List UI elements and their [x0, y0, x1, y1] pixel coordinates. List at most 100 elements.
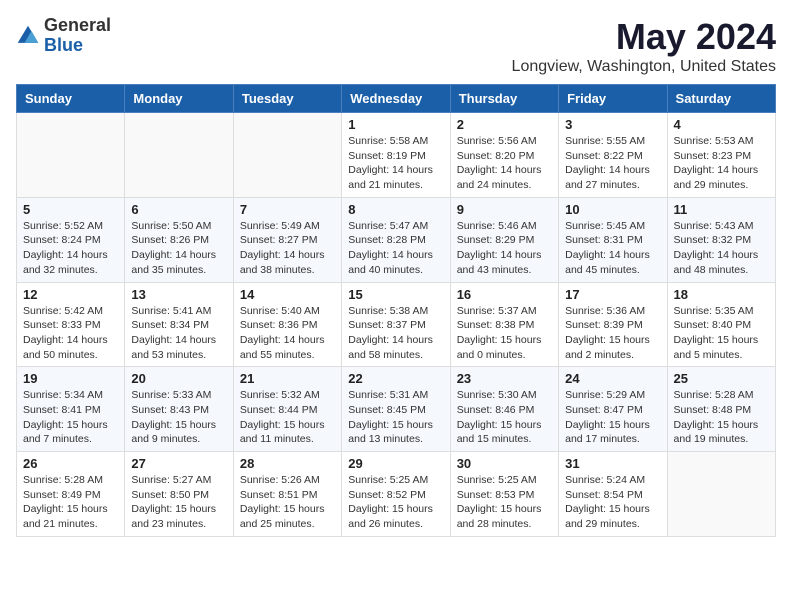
day-info: Sunrise: 5:47 AM Sunset: 8:28 PM Dayligh… [348, 219, 443, 278]
empty-cell [17, 113, 125, 198]
day-number: 10 [565, 202, 660, 217]
day-number: 5 [23, 202, 118, 217]
day-cell-27: 27 Sunrise: 5:27 AM Sunset: 8:50 PM Dayli… [125, 452, 233, 537]
day-number: 8 [348, 202, 443, 217]
day-number: 3 [565, 117, 660, 132]
day-cell-10: 10 Sunrise: 5:45 AM Sunset: 8:31 PM Dayli… [559, 197, 667, 282]
day-info: Sunrise: 5:34 AM Sunset: 8:41 PM Dayligh… [23, 388, 118, 447]
header-monday: Monday [125, 85, 233, 113]
calendar-table: SundayMondayTuesdayWednesdayThursdayFrid… [16, 84, 776, 537]
page-header: General Blue May 2024 Longview, Washingt… [16, 16, 776, 76]
day-number: 27 [131, 456, 226, 471]
day-cell-31: 31 Sunrise: 5:24 AM Sunset: 8:54 PM Dayli… [559, 452, 667, 537]
day-number: 31 [565, 456, 660, 471]
day-cell-22: 22 Sunrise: 5:31 AM Sunset: 8:45 PM Dayli… [342, 367, 450, 452]
day-cell-16: 16 Sunrise: 5:37 AM Sunset: 8:38 PM Dayli… [450, 282, 558, 367]
day-info: Sunrise: 5:32 AM Sunset: 8:44 PM Dayligh… [240, 388, 335, 447]
day-cell-20: 20 Sunrise: 5:33 AM Sunset: 8:43 PM Dayli… [125, 367, 233, 452]
day-number: 15 [348, 287, 443, 302]
day-number: 25 [674, 371, 769, 386]
day-cell-13: 13Sunrise: 5:41 AM Sunset: 8:34 PM Dayli… [125, 282, 233, 367]
day-cell-8: 8 Sunrise: 5:47 AM Sunset: 8:28 PM Daylig… [342, 197, 450, 282]
day-cell-30: 30Sunrise: 5:25 AM Sunset: 8:53 PM Dayli… [450, 452, 558, 537]
day-cell-5: 5 Sunrise: 5:52 AM Sunset: 8:24 PM Daylig… [17, 197, 125, 282]
day-info: Sunrise: 5:42 AM Sunset: 8:33 PM Dayligh… [23, 304, 118, 363]
day-number: 26 [23, 456, 118, 471]
day-cell-4: 4Sunrise: 5:53 AM Sunset: 8:23 PM Daylig… [667, 113, 775, 198]
header-sunday: Sunday [17, 85, 125, 113]
day-cell-7: 7Sunrise: 5:49 AM Sunset: 8:27 PM Daylig… [233, 197, 341, 282]
day-number: 17 [565, 287, 660, 302]
day-info: Sunrise: 5:43 AM Sunset: 8:32 PM Dayligh… [674, 219, 769, 278]
day-cell-15: 15 Sunrise: 5:38 AM Sunset: 8:37 PM Dayli… [342, 282, 450, 367]
day-info: Sunrise: 5:36 AM Sunset: 8:39 PM Dayligh… [565, 304, 660, 363]
day-info: Sunrise: 5:30 AM Sunset: 8:46 PM Dayligh… [457, 388, 552, 447]
day-number: 12 [23, 287, 118, 302]
day-info: Sunrise: 5:40 AM Sunset: 8:36 PM Dayligh… [240, 304, 335, 363]
day-info: Sunrise: 5:26 AM Sunset: 8:51 PM Dayligh… [240, 473, 335, 532]
week-row-2: 5 Sunrise: 5:52 AM Sunset: 8:24 PM Daylig… [17, 197, 776, 282]
day-number: 24 [565, 371, 660, 386]
day-number: 23 [457, 371, 552, 386]
logo: General Blue [16, 16, 111, 56]
day-number: 22 [348, 371, 443, 386]
logo-blue: Blue [44, 36, 111, 56]
day-number: 20 [131, 371, 226, 386]
day-cell-23: 23 Sunrise: 5:30 AM Sunset: 8:46 PM Dayli… [450, 367, 558, 452]
header-row: SundayMondayTuesdayWednesdayThursdayFrid… [17, 85, 776, 113]
day-number: 30 [457, 456, 552, 471]
day-cell-6: 6Sunrise: 5:50 AM Sunset: 8:26 PM Daylig… [125, 197, 233, 282]
day-info: Sunrise: 5:28 AM Sunset: 8:48 PM Dayligh… [674, 388, 769, 447]
day-cell-26: 26Sunrise: 5:28 AM Sunset: 8:49 PM Dayli… [17, 452, 125, 537]
day-info: Sunrise: 5:24 AM Sunset: 8:54 PM Dayligh… [565, 473, 660, 532]
week-row-1: 1Sunrise: 5:58 AM Sunset: 8:19 PM Daylig… [17, 113, 776, 198]
logo-general: General [44, 16, 111, 36]
header-tuesday: Tuesday [233, 85, 341, 113]
empty-cell [125, 113, 233, 198]
day-number: 28 [240, 456, 335, 471]
day-cell-3: 3 Sunrise: 5:55 AM Sunset: 8:22 PM Daylig… [559, 113, 667, 198]
day-cell-14: 14Sunrise: 5:40 AM Sunset: 8:36 PM Dayli… [233, 282, 341, 367]
day-cell-24: 24Sunrise: 5:29 AM Sunset: 8:47 PM Dayli… [559, 367, 667, 452]
day-number: 2 [457, 117, 552, 132]
day-info: Sunrise: 5:53 AM Sunset: 8:23 PM Dayligh… [674, 134, 769, 193]
day-cell-9: 9Sunrise: 5:46 AM Sunset: 8:29 PM Daylig… [450, 197, 558, 282]
day-info: Sunrise: 5:38 AM Sunset: 8:37 PM Dayligh… [348, 304, 443, 363]
week-row-5: 26Sunrise: 5:28 AM Sunset: 8:49 PM Dayli… [17, 452, 776, 537]
day-info: Sunrise: 5:45 AM Sunset: 8:31 PM Dayligh… [565, 219, 660, 278]
day-number: 9 [457, 202, 552, 217]
day-number: 16 [457, 287, 552, 302]
day-cell-29: 29Sunrise: 5:25 AM Sunset: 8:52 PM Dayli… [342, 452, 450, 537]
day-info: Sunrise: 5:49 AM Sunset: 8:27 PM Dayligh… [240, 219, 335, 278]
title-block: May 2024 Longview, Washington, United St… [512, 16, 776, 76]
day-info: Sunrise: 5:52 AM Sunset: 8:24 PM Dayligh… [23, 219, 118, 278]
day-number: 1 [348, 117, 443, 132]
day-number: 6 [131, 202, 226, 217]
day-cell-21: 21Sunrise: 5:32 AM Sunset: 8:44 PM Dayli… [233, 367, 341, 452]
day-info: Sunrise: 5:37 AM Sunset: 8:38 PM Dayligh… [457, 304, 552, 363]
week-row-4: 19 Sunrise: 5:34 AM Sunset: 8:41 PM Dayli… [17, 367, 776, 452]
day-info: Sunrise: 5:41 AM Sunset: 8:34 PM Dayligh… [131, 304, 226, 363]
day-cell-25: 25 Sunrise: 5:28 AM Sunset: 8:48 PM Dayli… [667, 367, 775, 452]
day-info: Sunrise: 5:55 AM Sunset: 8:22 PM Dayligh… [565, 134, 660, 193]
day-cell-28: 28 Sunrise: 5:26 AM Sunset: 8:51 PM Dayli… [233, 452, 341, 537]
day-number: 29 [348, 456, 443, 471]
header-friday: Friday [559, 85, 667, 113]
day-info: Sunrise: 5:33 AM Sunset: 8:43 PM Dayligh… [131, 388, 226, 447]
day-info: Sunrise: 5:27 AM Sunset: 8:50 PM Dayligh… [131, 473, 226, 532]
day-cell-1: 1Sunrise: 5:58 AM Sunset: 8:19 PM Daylig… [342, 113, 450, 198]
location: Longview, Washington, United States [512, 58, 776, 76]
day-cell-17: 17 Sunrise: 5:36 AM Sunset: 8:39 PM Dayli… [559, 282, 667, 367]
week-row-3: 12 Sunrise: 5:42 AM Sunset: 8:33 PM Dayli… [17, 282, 776, 367]
day-info: Sunrise: 5:31 AM Sunset: 8:45 PM Dayligh… [348, 388, 443, 447]
day-info: Sunrise: 5:56 AM Sunset: 8:20 PM Dayligh… [457, 134, 552, 193]
header-thursday: Thursday [450, 85, 558, 113]
logo-icon [16, 24, 40, 48]
day-cell-12: 12 Sunrise: 5:42 AM Sunset: 8:33 PM Dayli… [17, 282, 125, 367]
day-cell-2: 2 Sunrise: 5:56 AM Sunset: 8:20 PM Daylig… [450, 113, 558, 198]
day-info: Sunrise: 5:35 AM Sunset: 8:40 PM Dayligh… [674, 304, 769, 363]
calendar-header: SundayMondayTuesdayWednesdayThursdayFrid… [17, 85, 776, 113]
day-number: 18 [674, 287, 769, 302]
day-number: 19 [23, 371, 118, 386]
day-cell-19: 19 Sunrise: 5:34 AM Sunset: 8:41 PM Dayli… [17, 367, 125, 452]
